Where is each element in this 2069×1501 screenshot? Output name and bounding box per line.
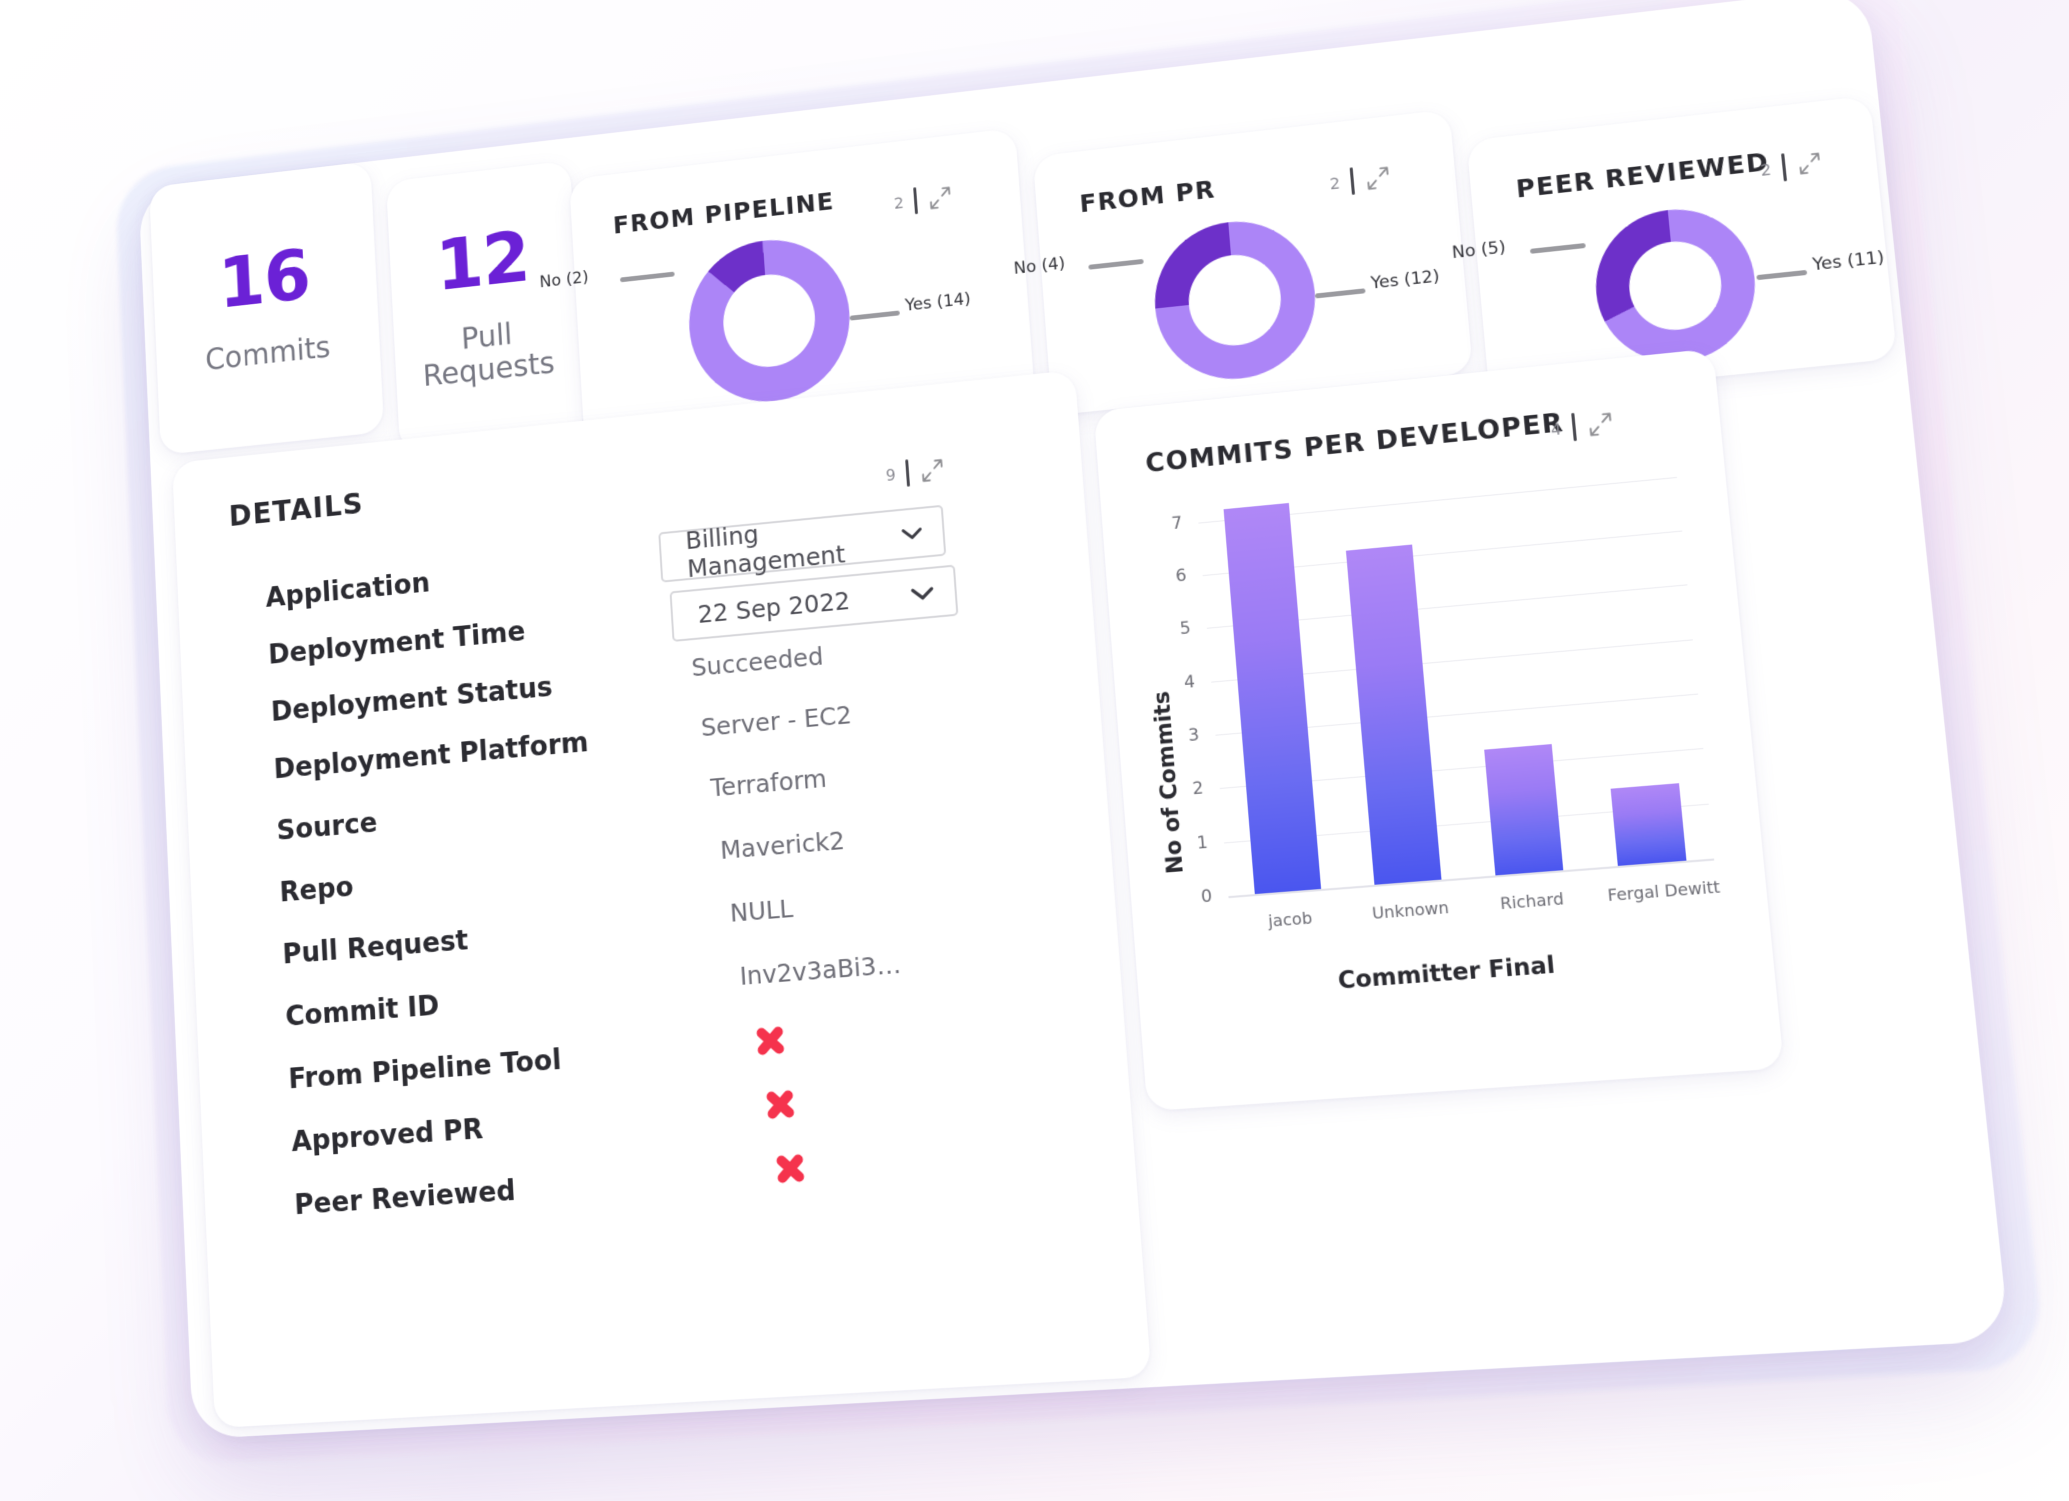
- x-axis-tick: Unknown: [1363, 897, 1457, 924]
- card-badge-from-pipeline: 2: [893, 193, 904, 212]
- card-tools-details[interactable]: 9: [885, 456, 946, 489]
- x-mark-icon-from-pipeline-tool: [753, 1023, 788, 1059]
- kpi-value-commits: 16: [217, 240, 311, 319]
- detail-label-commit-id: Commit ID: [285, 989, 440, 1033]
- dashboard-board: 16 Commits 12 Pull Requests FROM PIPELIN…: [138, 0, 2009, 1439]
- detail-label-from-pipeline-tool: From Pipeline Tool: [288, 1043, 562, 1095]
- donut-label-yes-from-pipeline: Yes (14): [904, 289, 971, 315]
- expand-icon[interactable]: [919, 457, 946, 485]
- detail-value-source: Terraform: [710, 764, 828, 802]
- card-title-from-pipeline: FROM PIPELINE: [612, 187, 835, 239]
- detail-value-repo: Maverick2: [719, 826, 845, 865]
- kpi-card-commits[interactable]: 16 Commits: [149, 161, 384, 455]
- card-tools-from-pipeline[interactable]: 2: [893, 183, 954, 216]
- donut-label-no-from-pipeline: No (2): [539, 268, 589, 292]
- chevron-down-icon: [909, 585, 935, 602]
- detail-label-repo: Repo: [279, 870, 354, 908]
- detail-value-commit-id: Inv2v3aBi3…: [739, 950, 902, 991]
- detail-value-pull-request: NULL: [729, 894, 794, 928]
- donut-from-pipeline[interactable]: [684, 232, 854, 409]
- application-dropdown-value: Billing Management: [685, 506, 903, 583]
- leader-line-no: [620, 272, 675, 283]
- divider-icon: [905, 459, 910, 486]
- detail-label-pull-request: Pull Request: [282, 924, 469, 971]
- expand-icon[interactable]: [927, 184, 954, 212]
- divider-icon: [913, 187, 918, 214]
- kpi-label-pull-requests: Pull Requests: [420, 313, 555, 394]
- chevron-down-icon: [900, 525, 924, 542]
- deployment-time-dropdown-value: 22 Sep 2022: [697, 586, 851, 628]
- dashboard-stage: 16 Commits 12 Pull Requests FROM PIPELIN…: [0, 0, 2069, 1501]
- detail-value-deployment-status: Succeeded: [691, 642, 825, 682]
- kpi-label-commits: Commits: [205, 331, 331, 377]
- detail-label-source: Source: [276, 806, 378, 846]
- detail-label-approved-pr: Approved PR: [291, 1112, 484, 1158]
- card-badge-details: 9: [885, 465, 896, 484]
- kpi-card-pull-requests[interactable]: 12 Pull Requests: [386, 160, 586, 453]
- card-badge-from-pr: 2: [1329, 173, 1341, 193]
- card-title-details: DETAILS: [228, 487, 364, 534]
